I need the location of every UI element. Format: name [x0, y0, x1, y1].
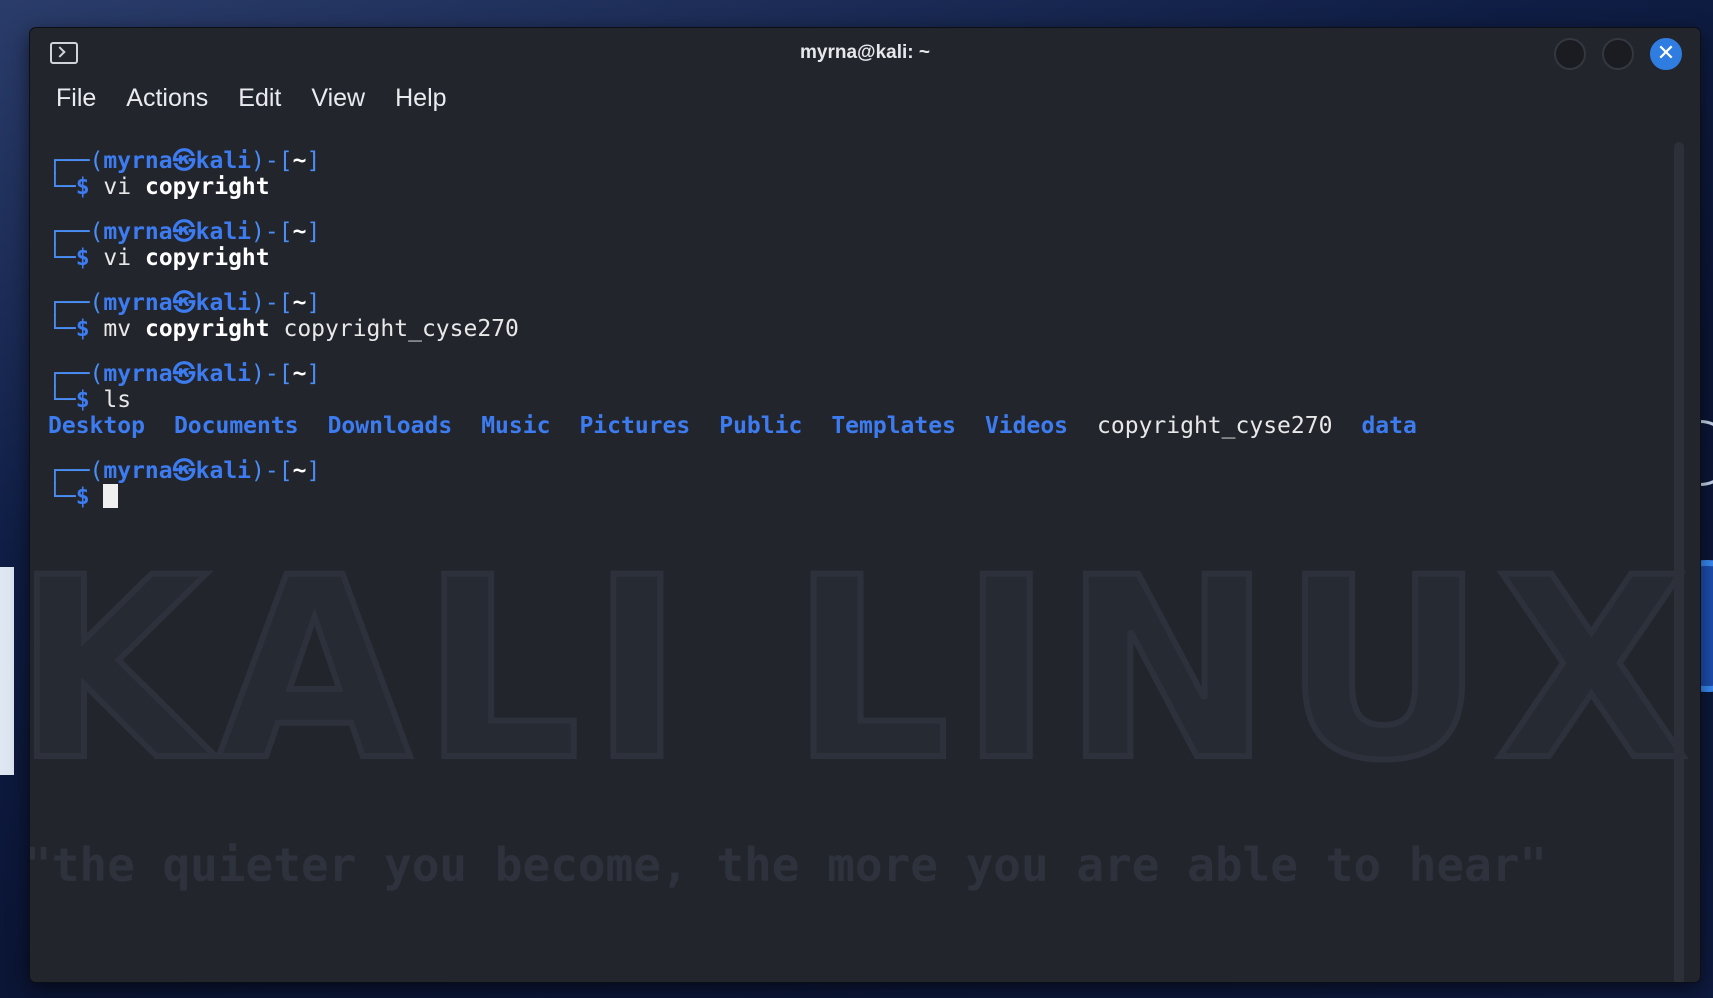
- menu-actions[interactable]: Actions: [126, 84, 208, 113]
- command-line: └─$ ls: [48, 387, 132, 413]
- ls-entry: Downloads: [327, 413, 453, 439]
- prompt-line: ┌──(myrna㉿kali)-[~]: [48, 458, 321, 484]
- prompt-dir: ~: [292, 458, 307, 484]
- command-arg2: copyright_cyse270: [283, 316, 519, 342]
- menu-help[interactable]: Help: [395, 84, 446, 113]
- terminal-area[interactable]: KALI LINUX "the quieter you become, the …: [30, 120, 1700, 982]
- minimize-button[interactable]: [1554, 38, 1586, 70]
- prompt-host: kali: [195, 458, 252, 484]
- command-block: ┌──(myrna㉿kali)-[~] └─$ vi copyright: [48, 219, 1668, 271]
- prompt-dollar: $: [75, 387, 90, 413]
- prompt-at: ㉿: [172, 219, 196, 245]
- ls-entry: Pictures: [579, 413, 691, 439]
- prompt-user: myrna: [103, 361, 173, 387]
- prompt-at: ㉿: [172, 290, 196, 316]
- ls-output: Desktop Documents Downloads Music Pictures Pu…: [48, 413, 1668, 439]
- prompt-at: ㉿: [172, 148, 196, 174]
- menu-bar: File Actions Edit View Help: [30, 76, 1700, 120]
- ls-entry: Templates: [831, 413, 956, 439]
- command-line: └─$ mv copyright copyright_cyse270: [48, 316, 519, 342]
- prompt-host: kali: [195, 290, 252, 316]
- command-name: mv: [103, 316, 132, 342]
- maximize-button[interactable]: [1602, 38, 1634, 70]
- prompt-user: myrna: [103, 148, 173, 174]
- prompt-dir: ~: [292, 219, 307, 245]
- command-arg: copyright: [144, 174, 270, 200]
- current-prompt[interactable]: ┌──(myrna㉿kali)-[~] └─$: [48, 458, 1668, 510]
- menu-view[interactable]: View: [311, 84, 365, 113]
- ls-entry: data: [1361, 413, 1417, 439]
- command-name: vi: [103, 174, 132, 200]
- ls-entry: Documents: [173, 413, 299, 439]
- ls-entry: Videos: [984, 413, 1069, 439]
- command-arg: copyright: [144, 316, 270, 342]
- ls-entry: Desktop: [48, 413, 145, 439]
- text-cursor: [103, 484, 119, 508]
- wallpaper-watermark: KALI LINUX: [30, 524, 1698, 815]
- window-title: myrna@kali: ~: [800, 42, 930, 63]
- prompt-dir: ~: [292, 290, 307, 316]
- prompt-line: ┌──(myrna㉿kali)-[~]: [48, 219, 321, 245]
- prompt-dollar: $: [75, 484, 90, 510]
- prompt-host: kali: [195, 361, 252, 387]
- terminal-window[interactable]: myrna@kali: ~ ✕ File Actions Edit View H…: [30, 28, 1700, 982]
- prompt-user: myrna: [103, 458, 173, 484]
- prompt-line: ┌──(myrna㉿kali)-[~]: [48, 290, 321, 316]
- prompt-dollar: $: [75, 174, 90, 200]
- prompt-line: ┌──(myrna㉿kali)-[~]: [48, 361, 321, 387]
- prompt-line: ┌──(myrna㉿kali)-[~]: [48, 148, 321, 174]
- prompt-dir: ~: [292, 361, 307, 387]
- close-icon: ✕: [1656, 41, 1676, 66]
- prompt-dollar: $: [75, 245, 90, 271]
- terminal-output: ┌──(myrna㉿kali)-[~] └─$ vi copyright ┌──…: [48, 148, 1668, 529]
- menu-edit[interactable]: Edit: [238, 84, 281, 113]
- prompt-dollar: $: [75, 316, 90, 342]
- command-line: └─$ vi copyright: [48, 174, 270, 200]
- prompt-host: kali: [195, 219, 252, 245]
- command-input-line[interactable]: └─$: [48, 484, 1668, 510]
- prompt-dir: ~: [292, 148, 307, 174]
- ls-entry: copyright_cyse270: [1097, 413, 1333, 439]
- command-block: ┌──(myrna㉿kali)-[~] └─$ ls Desktop Docume…: [48, 361, 1668, 439]
- prompt-user: myrna: [103, 219, 173, 245]
- command-line: └─$ vi copyright: [48, 245, 270, 271]
- wallpaper-quote: "the quieter you become, the more you ar…: [30, 838, 1548, 892]
- ls-entry: Music: [481, 413, 551, 439]
- scrollbar[interactable]: [1674, 142, 1684, 982]
- title-bar[interactable]: myrna@kali: ~ ✕: [30, 28, 1700, 76]
- menu-file[interactable]: File: [56, 84, 96, 113]
- prompt-user: myrna: [103, 290, 173, 316]
- prompt-host: kali: [195, 148, 252, 174]
- ls-entry: Public: [719, 413, 803, 439]
- command-name: vi: [103, 245, 132, 271]
- command-block: ┌──(myrna㉿kali)-[~] └─$ mv copyright cop…: [48, 290, 1668, 342]
- wallpaper-band: [0, 567, 14, 775]
- close-button[interactable]: ✕: [1650, 38, 1682, 70]
- command-block: ┌──(myrna㉿kali)-[~] └─$ vi copyright: [48, 148, 1668, 200]
- prompt-at: ㉿: [172, 458, 196, 484]
- command-arg: copyright: [144, 245, 270, 271]
- command-name: ls: [103, 387, 132, 413]
- prompt-at: ㉿: [172, 361, 196, 387]
